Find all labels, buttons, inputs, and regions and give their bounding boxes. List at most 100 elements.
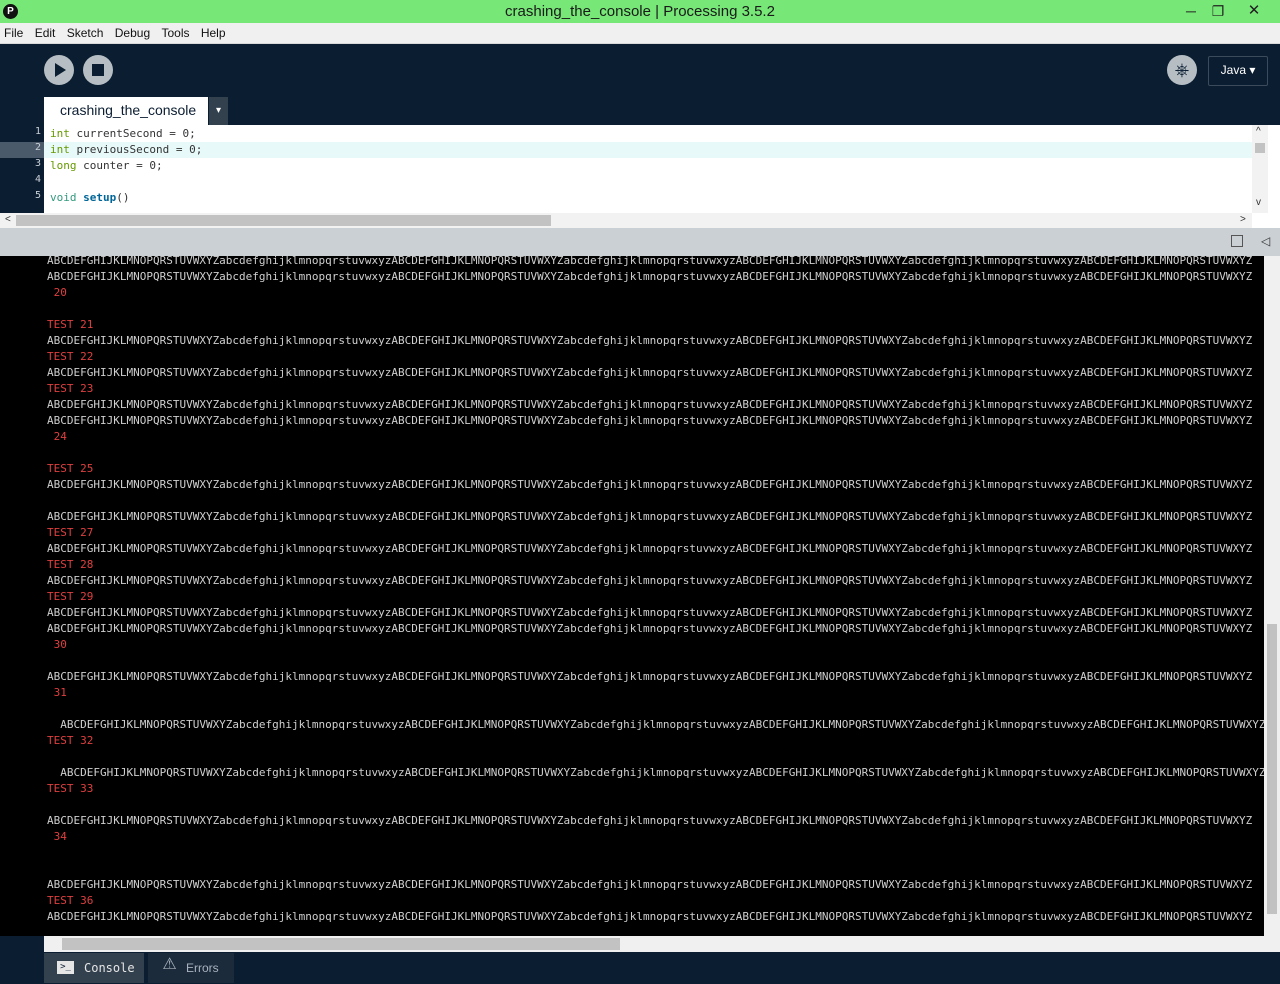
console-output-line: ABCDEFGHIJKLMNOPQRSTUVWXYZabcdefghijklmn… bbox=[47, 910, 1253, 923]
title-bar: P crashing_the_console | Processing 3.5.… bbox=[0, 0, 1280, 23]
tab-console-label: Console bbox=[84, 961, 135, 975]
menu-sketch[interactable]: Sketch bbox=[63, 23, 108, 40]
stop-button[interactable] bbox=[83, 55, 113, 85]
scrollbar-thumb[interactable] bbox=[16, 215, 551, 226]
tab-errors-label: Errors bbox=[186, 961, 219, 975]
close-button[interactable]: ✕ bbox=[1230, 0, 1278, 23]
scrollbar-thumb[interactable] bbox=[1267, 624, 1277, 914]
warning-icon: ⚠ bbox=[162, 956, 177, 973]
console-test-line: TEST 29 bbox=[47, 590, 94, 603]
line-number: 1 bbox=[34, 126, 41, 137]
console-test-line: TEST 28 bbox=[47, 558, 94, 571]
code-line: void setup() bbox=[50, 190, 130, 206]
line-number: 5 bbox=[34, 190, 41, 201]
console-vertical-scrollbar[interactable] bbox=[1264, 256, 1280, 936]
console-output[interactable]: ABCDEFGHIJKLMNOPQRSTUVWXYZabcdefghijklmn… bbox=[0, 256, 1264, 936]
console-icon: >_ bbox=[57, 961, 74, 974]
console-test-line: TEST 36 bbox=[47, 894, 94, 907]
console-test-line: 24 bbox=[47, 430, 67, 443]
code-text-segment: counter = 0; bbox=[76, 159, 163, 172]
console-left-gutter bbox=[0, 936, 44, 952]
console-output-line: ABCDEFGHIJKLMNOPQRSTUVWXYZabcdefghijklmn… bbox=[47, 670, 1253, 683]
tab-console[interactable]: >_ Console bbox=[44, 953, 144, 983]
type-keyword: int bbox=[50, 143, 70, 156]
tab-menu-button[interactable]: ▾ bbox=[209, 97, 228, 125]
code-line: long counter = 0; bbox=[50, 158, 163, 174]
console-output-line: ABCDEFGHIJKLMNOPQRSTUVWXYZabcdefghijklmn… bbox=[47, 270, 1253, 283]
console-test-line: TEST 25 bbox=[47, 462, 94, 475]
console-test-line: TEST 27 bbox=[47, 526, 94, 539]
console-output-line: ABCDEFGHIJKLMNOPQRSTUVWXYZabcdefghijklmn… bbox=[47, 366, 1253, 379]
console-output-line: ABCDEFGHIJKLMNOPQRSTUVWXYZabcdefghijklmn… bbox=[47, 718, 1264, 731]
console-horizontal-scrollbar[interactable] bbox=[44, 936, 1280, 952]
maximize-button[interactable]: ❐ bbox=[1203, 0, 1233, 23]
console-output-line: ABCDEFGHIJKLMNOPQRSTUVWXYZabcdefghijklmn… bbox=[47, 398, 1253, 411]
code-line: int currentSecond = 0; bbox=[50, 126, 196, 142]
editor-horizontal-scrollbar[interactable]: < > bbox=[0, 213, 1252, 228]
tab-errors[interactable]: ⚠ Errors bbox=[148, 953, 234, 983]
console-output-line: ABCDEFGHIJKLMNOPQRSTUVWXYZabcdefghijklmn… bbox=[47, 574, 1253, 587]
collapse-console-icon[interactable]: ◁ bbox=[1261, 234, 1270, 248]
void-keyword: void bbox=[50, 191, 77, 204]
scroll-up-arrow-icon[interactable]: ^ bbox=[1256, 126, 1261, 137]
window-title: crashing_the_console | Processing 3.5.2 bbox=[505, 3, 775, 20]
sketch-tabs: crashing_the_console ▾ bbox=[0, 97, 1280, 125]
console-output-line: ABCDEFGHIJKLMNOPQRSTUVWXYZabcdefghijklmn… bbox=[47, 478, 1253, 491]
menu-tools[interactable]: Tools bbox=[157, 23, 193, 40]
console-output-line: ABCDEFGHIJKLMNOPQRSTUVWXYZabcdefghijklmn… bbox=[47, 334, 1253, 347]
code-text-segment: () bbox=[116, 191, 130, 204]
console-output-line: ABCDEFGHIJKLMNOPQRSTUVWXYZabcdefghijklmn… bbox=[47, 256, 1253, 267]
scrollbar-thumb[interactable] bbox=[62, 938, 620, 950]
stop-icon bbox=[92, 64, 104, 76]
mode-selector[interactable]: Java ▾ bbox=[1208, 56, 1268, 86]
code-text-segment: currentSecond = 0; bbox=[69, 127, 196, 140]
console-test-line: TEST 33 bbox=[47, 782, 94, 795]
function-name: setup bbox=[83, 191, 117, 204]
console-output-line: ABCDEFGHIJKLMNOPQRSTUVWXYZabcdefghijklmn… bbox=[47, 606, 1253, 619]
footer-tabs: >_ Console ⚠ Errors bbox=[0, 952, 1280, 984]
line-number-gutter: 1 2 3 4 5 bbox=[0, 125, 44, 213]
console-output-line: ABCDEFGHIJKLMNOPQRSTUVWXYZabcdefghijklmn… bbox=[47, 622, 1253, 635]
console-test-line: 20 bbox=[47, 286, 67, 299]
scroll-left-arrow-icon[interactable]: < bbox=[5, 214, 11, 225]
console-test-line: 30 bbox=[47, 638, 67, 651]
type-keyword: int bbox=[50, 127, 70, 140]
type-keyword: long bbox=[50, 159, 77, 172]
tab-crashing-the-console[interactable]: crashing_the_console bbox=[44, 97, 208, 125]
scrollbar-thumb[interactable] bbox=[1255, 143, 1265, 153]
debugger-icon: ⎈ bbox=[1174, 60, 1190, 80]
menu-edit[interactable]: Edit bbox=[31, 23, 60, 40]
code-line: int previousSecond = 0; bbox=[50, 142, 202, 158]
code-text[interactable]: int currentSecond = 0; int previousSecon… bbox=[50, 125, 1250, 213]
console-test-line: TEST 22 bbox=[47, 350, 94, 363]
run-button[interactable] bbox=[44, 55, 74, 85]
console-output-line: ABCDEFGHIJKLMNOPQRSTUVWXYZabcdefghijklmn… bbox=[47, 766, 1264, 779]
console-test-line: TEST 21 bbox=[47, 318, 94, 331]
console-test-line: 31 bbox=[47, 686, 67, 699]
console-test-line: 34 bbox=[47, 830, 67, 843]
console-output-line: ABCDEFGHIJKLMNOPQRSTUVWXYZabcdefghijklmn… bbox=[47, 878, 1253, 891]
line-number: 3 bbox=[34, 158, 41, 169]
play-icon bbox=[55, 63, 66, 77]
console-output-line: ABCDEFGHIJKLMNOPQRSTUVWXYZabcdefghijklmn… bbox=[47, 814, 1253, 827]
menu-bar: File Edit Sketch Debug Tools Help bbox=[0, 23, 1280, 44]
minimize-button[interactable]: ─ bbox=[1176, 0, 1206, 23]
menu-help[interactable]: Help bbox=[197, 23, 230, 40]
console-output-line: ABCDEFGHIJKLMNOPQRSTUVWXYZabcdefghijklmn… bbox=[47, 542, 1253, 555]
code-text-segment: previousSecond = 0; bbox=[69, 143, 203, 156]
code-editor[interactable]: 1 2 3 4 5 int currentSecond = 0; int pre… bbox=[0, 125, 1280, 228]
console-test-line: TEST 23 bbox=[47, 382, 94, 395]
menu-file[interactable]: File bbox=[0, 23, 27, 40]
scroll-down-arrow-icon[interactable]: v bbox=[1256, 197, 1261, 208]
menu-debug[interactable]: Debug bbox=[111, 23, 154, 40]
debug-button[interactable]: ⎈ bbox=[1167, 55, 1197, 85]
line-number: 4 bbox=[34, 174, 41, 185]
console-output-line: ABCDEFGHIJKLMNOPQRSTUVWXYZabcdefghijklmn… bbox=[47, 510, 1253, 523]
console-splitter[interactable]: ◁ bbox=[0, 228, 1280, 256]
line-number: 2 bbox=[34, 142, 41, 153]
console-test-line: TEST 32 bbox=[47, 734, 94, 747]
editor-vertical-scrollbar[interactable]: ^ v bbox=[1252, 125, 1268, 213]
copy-console-icon[interactable] bbox=[1231, 235, 1243, 247]
console-output-line: ABCDEFGHIJKLMNOPQRSTUVWXYZabcdefghijklmn… bbox=[47, 414, 1253, 427]
scroll-right-arrow-icon[interactable]: > bbox=[1240, 214, 1246, 225]
